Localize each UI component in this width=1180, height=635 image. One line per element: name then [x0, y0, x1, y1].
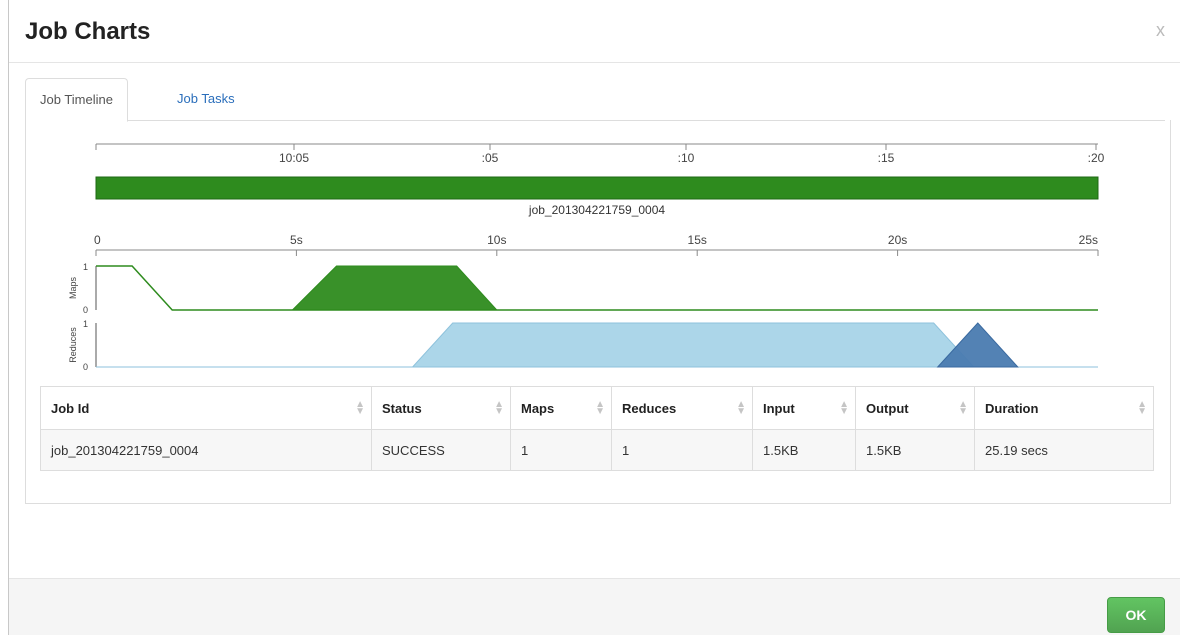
cell-output: 1.5KB	[855, 429, 975, 471]
seconds-tick-label: 0	[94, 233, 101, 247]
sort-icon: ▲ ▼	[839, 399, 849, 417]
table-row[interactable]: job_201304221759_0004 SUCCESS 1 1 1.5KB …	[40, 429, 1154, 471]
reduces-y-tick-label: 1	[83, 319, 88, 329]
timeline-tick-label: :20	[1088, 151, 1105, 165]
sort-icon: ▲ ▼	[1137, 399, 1147, 417]
timeline-tick-label: :05	[482, 151, 499, 165]
job-timeline-panel: 10:05 :05 :10 :15 :20 job_201304221759_0004 0 5…	[25, 120, 1171, 504]
cell-reduces: 1	[611, 429, 753, 471]
column-header-duration[interactable]: Duration ▲ ▼	[974, 386, 1154, 430]
job-timeline-bar	[95, 176, 1099, 200]
table-header-row: Job Id ▲ ▼ Status ▲ ▼ Maps ▲ ▼ Reduces ▲ ▼ Input…	[40, 386, 1154, 430]
column-header-maps[interactable]: Maps ▲ ▼	[510, 386, 612, 430]
column-header-reduces[interactable]: Reduces ▲ ▼	[611, 386, 753, 430]
tab-job-timeline[interactable]: Job Timeline	[25, 78, 128, 122]
sort-icon: ▲ ▼	[958, 399, 968, 417]
cell-duration: 25.19 secs	[974, 429, 1154, 471]
maps-panel-label: Maps	[68, 277, 78, 300]
close-icon[interactable]: x	[1156, 20, 1165, 41]
column-header-job-id[interactable]: Job Id ▲ ▼	[40, 386, 372, 430]
job-timeline-charts: 10:05 :05 :10 :15 :20 job_201304221759_0004 0 5…	[68, 143, 1105, 372]
seconds-tick-label: 25s	[1079, 233, 1098, 247]
sort-icon: ▲ ▼	[355, 399, 365, 417]
seconds-tick-label: 20s	[888, 233, 907, 247]
seconds-tick-label: 15s	[688, 233, 707, 247]
modal-title: Job Charts	[25, 18, 151, 45]
jobs-table: Job Id ▲ ▼ Status ▲ ▼ Maps ▲ ▼ Reduces ▲ ▼ Input…	[40, 386, 1154, 471]
maps-y-tick-label: 0	[83, 305, 88, 315]
timeline-tick-label: :15	[878, 151, 895, 165]
job-charts-modal: Job Charts x Job Timeline Job Tasks 10:0…	[8, 0, 1180, 635]
reduces-y-tick-label: 0	[83, 362, 88, 372]
maps-series-area	[291, 265, 498, 311]
modal-footer: OK	[9, 578, 1180, 635]
sort-icon: ▲ ▼	[736, 399, 746, 417]
cell-maps: 1	[510, 429, 612, 471]
timeline-tick-label: 10:05	[279, 151, 309, 165]
tab-bar: Job Timeline Job Tasks	[25, 78, 1165, 122]
cell-input: 1.5KB	[752, 429, 856, 471]
tab-job-tasks[interactable]: Job Tasks	[163, 78, 249, 119]
timeline-tick-label: :10	[678, 151, 695, 165]
sort-icon: ▲ ▼	[595, 399, 605, 417]
reduces-panel-label: Reduces	[68, 327, 78, 363]
sort-icon: ▲ ▼	[494, 399, 504, 417]
ok-button[interactable]: OK	[1107, 597, 1165, 633]
cell-status: SUCCESS	[371, 429, 511, 471]
seconds-tick-label: 5s	[290, 233, 303, 247]
column-header-input[interactable]: Input ▲ ▼	[752, 386, 856, 430]
column-header-status[interactable]: Status ▲ ▼	[371, 386, 511, 430]
maps-series-line	[96, 265, 1098, 311]
job-bar-label: job_201304221759_0004	[528, 203, 665, 217]
maps-y-tick-label: 1	[83, 262, 88, 272]
cell-job-id: job_201304221759_0004	[40, 429, 372, 471]
column-header-output[interactable]: Output ▲ ▼	[855, 386, 975, 430]
modal-header: Job Charts x	[9, 0, 1180, 63]
seconds-tick-label: 10s	[487, 233, 506, 247]
